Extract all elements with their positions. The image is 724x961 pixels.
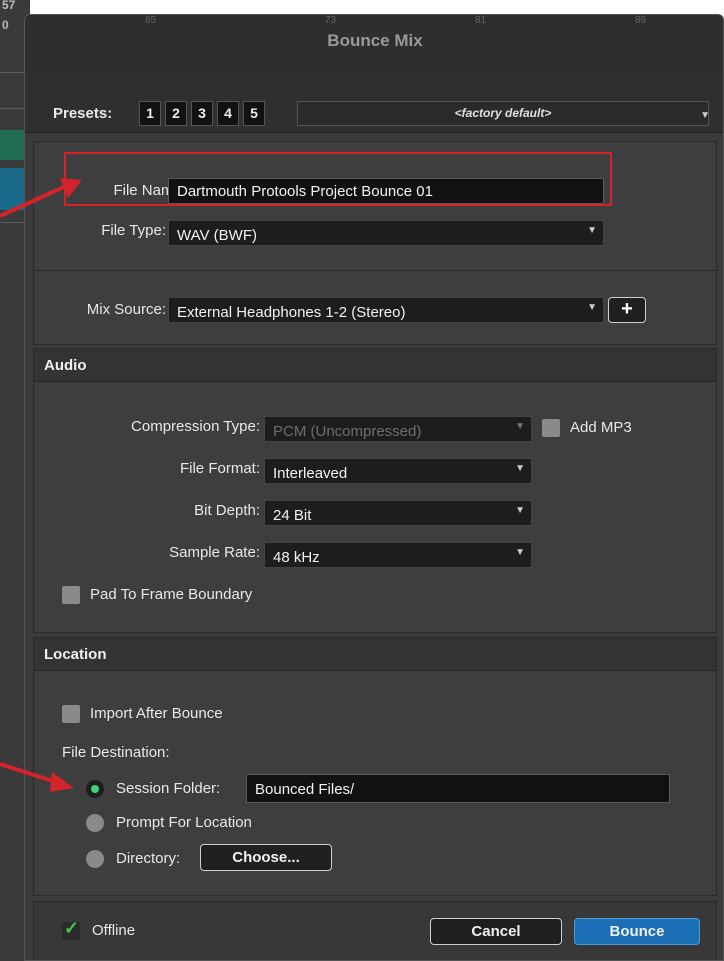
highlight-box [64,152,612,206]
preset-button-2[interactable]: 2 [165,101,187,126]
background-tick: 81 [475,15,487,26]
preset-button-5[interactable]: 5 [243,101,265,126]
file-destination-label: File Destination: [62,744,170,761]
mix-source-value: External Headphones 1-2 (Stereo) [177,304,406,321]
import-after-bounce-checkbox[interactable] [62,705,80,723]
file-type-label: File Type: [101,222,166,239]
session-folder-label: Session Folder: [116,780,221,797]
prompt-for-location-radio[interactable] [86,814,104,832]
session-folder-field[interactable]: Bounced Files/ [246,774,670,803]
bit-depth-value: 24 Bit [273,507,312,524]
sample-rate-dropdown[interactable]: 48 kHz ▼ [264,542,532,568]
background-number: 57 [2,0,16,12]
title-bar: 65 73 81 89 Bounce Mix [25,15,723,71]
preset-button-1[interactable]: 1 [139,101,161,126]
directory-radio[interactable] [86,850,104,868]
background-number: 0 [2,18,9,32]
sample-rate-label: Sample Rate: [169,544,260,561]
pad-frame-boundary-checkbox[interactable] [62,586,80,604]
cancel-button[interactable]: Cancel [430,918,562,945]
mix-source-label: Mix Source: [86,301,166,318]
session-folder-radio[interactable] [86,780,104,798]
file-type-value: WAV (BWF) [177,227,257,244]
bit-depth-dropdown[interactable]: 24 Bit ▼ [264,500,532,526]
chevron-down-icon: ▼ [515,547,525,558]
add-mp3-checkbox[interactable] [542,419,560,437]
sample-rate-value: 48 kHz [273,549,320,566]
pad-frame-boundary-label: Pad To Frame Boundary [90,586,253,603]
location-section: Location Import After Bounce File Destin… [33,637,717,896]
checkmark-icon: ✓ [64,918,80,938]
offline-label: Offline [92,922,136,939]
chevron-down-icon: ▼ [587,225,597,236]
preset-button-4[interactable]: 4 [217,101,239,126]
chevron-down-icon: ▼ [515,463,525,474]
preset-button-3[interactable]: 3 [191,101,213,126]
prompt-for-location-label: Prompt For Location [116,814,252,831]
compression-type-value: PCM (Uncompressed) [273,423,422,440]
choose-directory-button[interactable]: Choose... [200,844,332,871]
audio-section-header: Audio [34,349,716,382]
add-mix-source-button[interactable]: + [608,297,646,323]
presets-label: Presets: [53,105,113,122]
annotation-arrow-icon [0,762,74,792]
preset-dropdown[interactable]: <factory default> ▼ [297,101,710,126]
presets-bar: Presets: 1 2 3 4 5 <factory default> ▼ [25,71,723,133]
annotation-arrow-icon [0,178,82,218]
bounce-button[interactable]: Bounce [574,918,700,945]
preset-selected-label: <factory default> [454,106,552,120]
bit-depth-label: Bit Depth: [194,502,260,519]
dialog-title: Bounce Mix [327,31,423,50]
file-type-dropdown[interactable]: WAV (BWF) ▼ [168,220,604,246]
offline-checkbox[interactable]: ✓ [62,918,80,940]
file-format-dropdown[interactable]: Interleaved ▼ [264,458,532,484]
chevron-down-icon: ▼ [587,302,597,313]
file-format-value: Interleaved [273,465,348,482]
background-tick: 89 [635,15,647,26]
chevron-down-icon: ▼ [515,421,525,432]
chevron-down-icon: ▼ [700,110,710,121]
audio-section: Audio Compression Type: PCM (Uncompresse… [33,348,717,633]
background-tick: 65 [145,15,157,26]
directory-label: Directory: [116,850,181,867]
chevron-down-icon: ▼ [515,505,525,516]
add-mp3-label: Add MP3 [570,419,632,436]
import-after-bounce-label: Import After Bounce [90,705,223,722]
background-tick: 73 [325,15,337,26]
compression-type-dropdown[interactable]: PCM (Uncompressed) ▼ [264,416,532,442]
divider [34,270,718,271]
file-format-label: File Format: [179,460,260,477]
location-section-header: Location [34,638,716,671]
mix-source-dropdown[interactable]: External Headphones 1-2 (Stereo) ▼ [168,297,604,323]
compression-type-label: Compression Type: [131,418,260,435]
footer-bar: ✓ Offline Cancel Bounce [33,901,717,960]
